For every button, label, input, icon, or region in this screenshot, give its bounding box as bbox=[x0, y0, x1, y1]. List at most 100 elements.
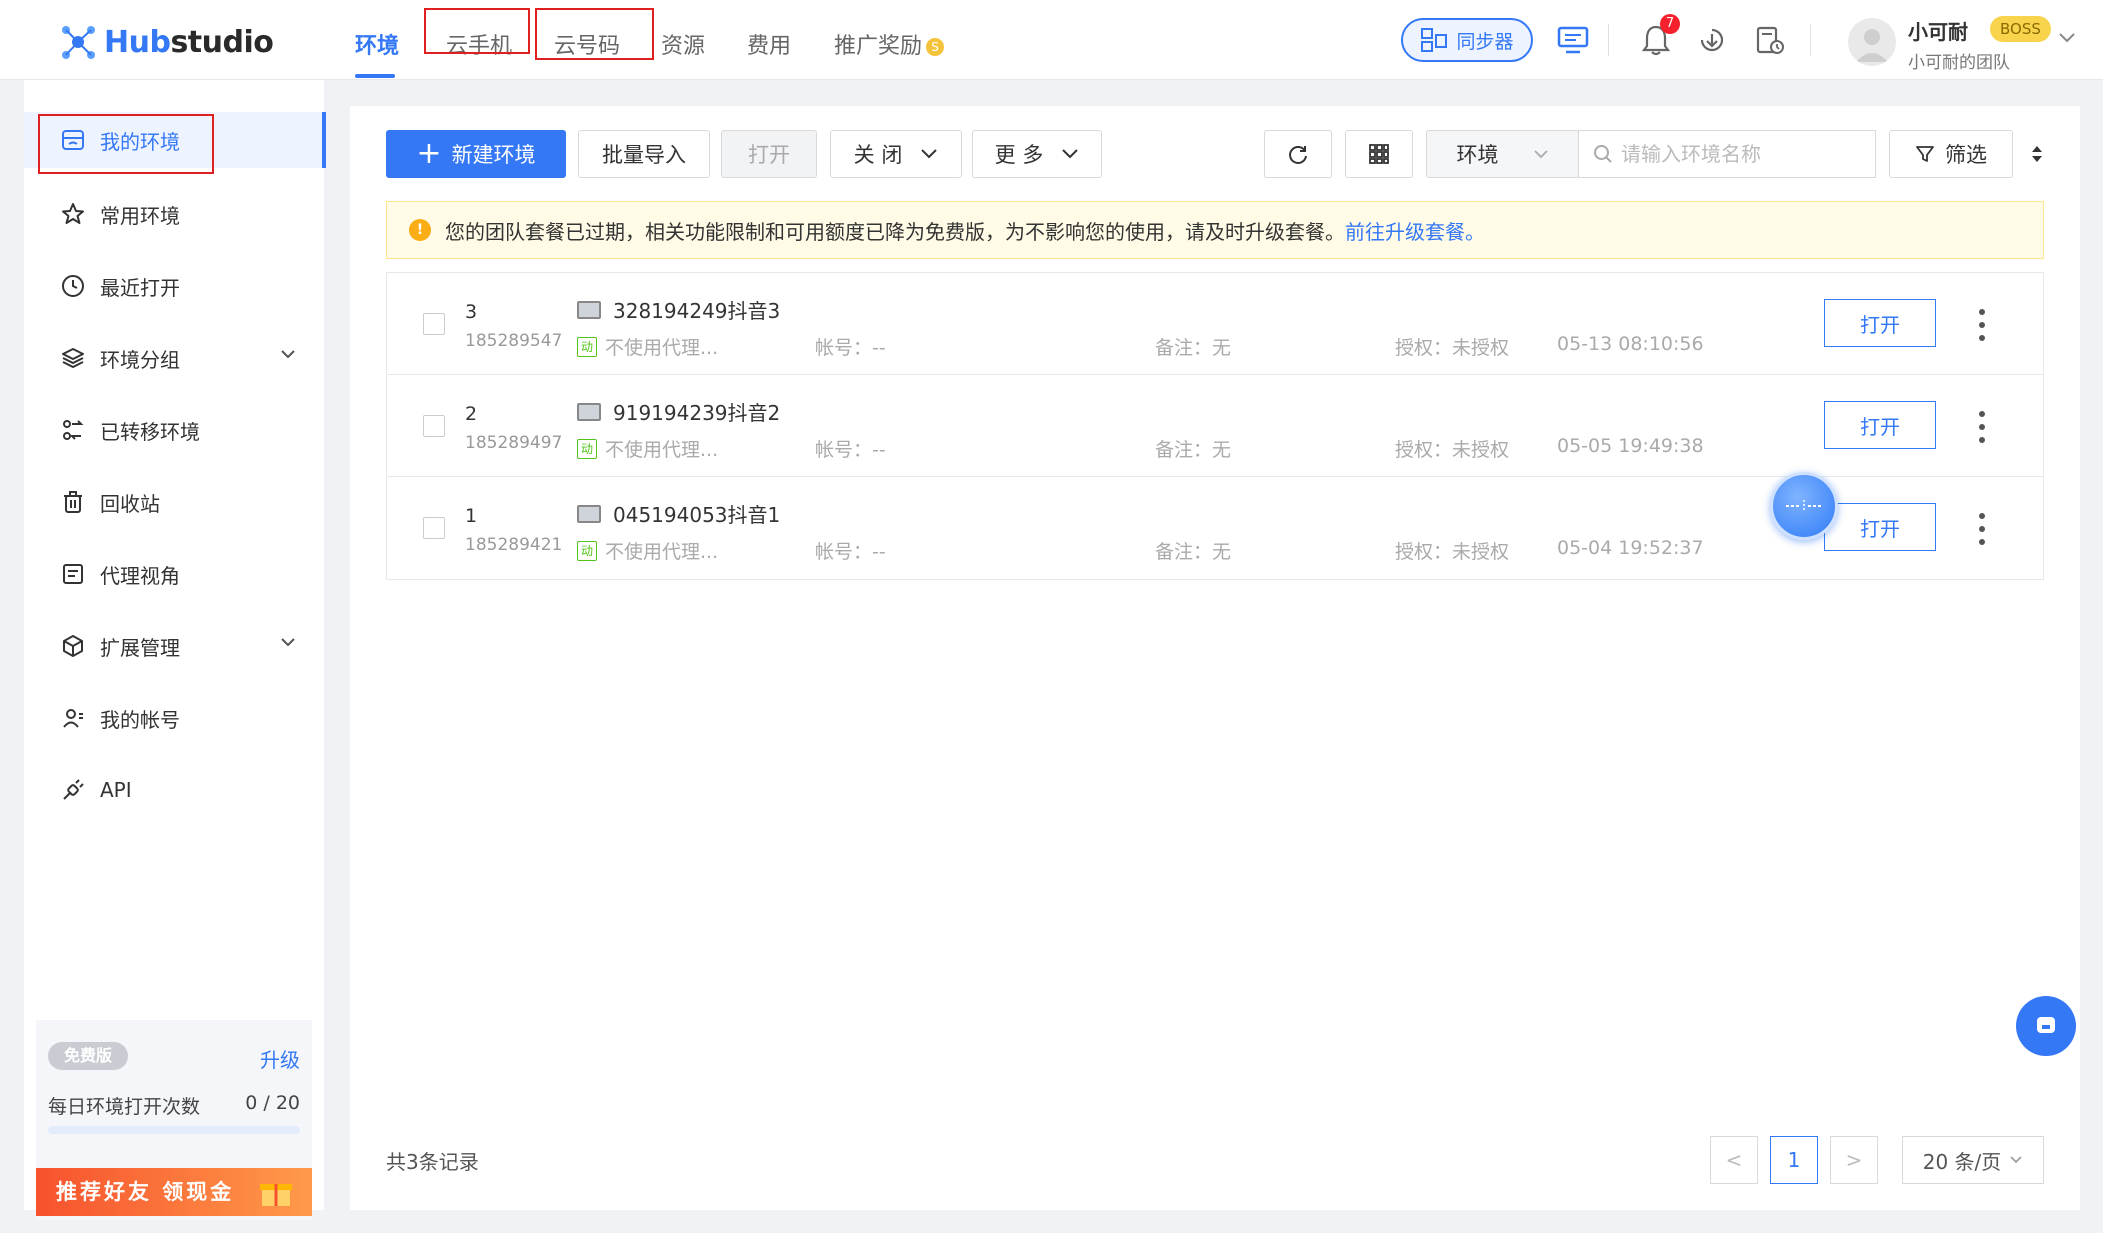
notification-badge: 7 bbox=[1660, 14, 1680, 34]
user-name[interactable]: 小可耐 bbox=[1908, 16, 1968, 45]
new-environment-button[interactable]: + 新建环境 bbox=[386, 130, 566, 178]
row-date: 05-04 19:52:37 bbox=[1557, 537, 1704, 559]
proxy-info: 动不使用代理... bbox=[577, 537, 718, 564]
sidebar-item-my-account[interactable]: 我的帐号 bbox=[24, 690, 324, 746]
table-row[interactable]: 3 185289547 328194249抖音3 动不使用代理... 帐号：--… bbox=[387, 273, 2043, 375]
nav-tab-resources[interactable]: 资源 bbox=[661, 28, 705, 60]
page-size-select[interactable]: 20 条/页 bbox=[1902, 1136, 2044, 1184]
customer-service-button[interactable] bbox=[2016, 996, 2076, 1056]
open-environment-button[interactable]: 打开 bbox=[1824, 299, 1936, 347]
close-label: 关 闭 bbox=[853, 143, 903, 167]
sidebar-item-extensions[interactable]: 扩展管理 bbox=[24, 618, 324, 674]
close-dropdown-button[interactable]: 关 闭 bbox=[830, 130, 962, 178]
environment-name[interactable]: 919194239抖音2 bbox=[577, 397, 780, 426]
sidebar-item-recent[interactable]: 最近打开 bbox=[24, 258, 324, 314]
star-icon bbox=[60, 201, 86, 227]
search-box[interactable] bbox=[1578, 130, 1876, 178]
sync-button[interactable]: 同步器 bbox=[1401, 18, 1533, 62]
row-checkbox[interactable] bbox=[423, 313, 445, 335]
new-environment-label: 新建环境 bbox=[451, 143, 536, 167]
avatar[interactable] bbox=[1848, 18, 1896, 66]
nav-active-indicator bbox=[355, 74, 395, 78]
chat-icon bbox=[2037, 1017, 2055, 1033]
sidebar-item-recycle-bin[interactable]: 回收站 bbox=[24, 474, 324, 530]
next-page-button[interactable]: > bbox=[1830, 1136, 1878, 1184]
open-environment-button[interactable]: 打开 bbox=[1824, 503, 1936, 551]
sidebar-item-transferred[interactable]: 已转移环境 bbox=[24, 402, 324, 458]
filter-button[interactable]: 筛选 bbox=[1889, 130, 2013, 178]
nav-tab-environment[interactable]: 环境 bbox=[355, 28, 399, 60]
filter-type-select[interactable]: 环境 bbox=[1426, 130, 1579, 178]
sidebar-item-proxy-view[interactable]: 代理视角 bbox=[24, 546, 324, 602]
note-info: 备注：无 bbox=[1155, 541, 1232, 563]
environment-name[interactable]: 045194053抖音1 bbox=[577, 499, 780, 528]
prev-page-button[interactable]: < bbox=[1710, 1136, 1758, 1184]
schedule-log-icon[interactable] bbox=[1750, 20, 1790, 60]
open-environment-button[interactable]: 打开 bbox=[1824, 401, 1936, 449]
sort-icon[interactable] bbox=[2030, 144, 2044, 164]
proxy-text: 不使用代理... bbox=[605, 337, 719, 359]
sidebar-item-groups[interactable]: 环境分组 bbox=[24, 330, 324, 386]
sync-icon bbox=[1421, 28, 1448, 52]
plus-icon: + bbox=[416, 136, 442, 171]
highlight-box-cloud-phone bbox=[424, 8, 530, 54]
sidebar-item-label: 最近打开 bbox=[100, 275, 180, 300]
brand-name: Hubstudio bbox=[104, 24, 274, 60]
proxy-view-icon bbox=[60, 561, 86, 587]
refresh-button[interactable] bbox=[1264, 130, 1332, 178]
sidebar-item-label: 已转移环境 bbox=[100, 419, 200, 444]
notification-bell-icon[interactable]: 7 bbox=[1636, 14, 1680, 60]
assistant-icon bbox=[1786, 500, 1822, 512]
search-input[interactable] bbox=[1621, 142, 1861, 166]
table-row[interactable]: 2 185289497 919194239抖音2 动不使用代理... 帐号：--… bbox=[387, 375, 2043, 477]
open-button[interactable]: 打开 bbox=[721, 130, 817, 178]
nav-tab-billing[interactable]: 费用 bbox=[747, 28, 791, 60]
page-number-button[interactable]: 1 bbox=[1770, 1136, 1818, 1184]
floating-assistant-ball[interactable] bbox=[1770, 472, 1838, 540]
upgrade-plan-link[interactable]: 前往升级套餐。 bbox=[1345, 216, 1485, 245]
sidebar-item-label: 代理视角 bbox=[100, 563, 180, 588]
grid-view-button[interactable] bbox=[1345, 130, 1413, 178]
plug-icon bbox=[60, 777, 86, 803]
sidebar: 我的环境 常用环境 最近打开 环境分组 已转移环境 回收站 代理视角 扩展管理 … bbox=[24, 80, 326, 1220]
dynamic-proxy-icon: 动 bbox=[577, 336, 597, 357]
auth-info: 授权：未授权 bbox=[1395, 337, 1510, 359]
row-checkbox[interactable] bbox=[423, 415, 445, 437]
chevron-down-icon[interactable] bbox=[280, 348, 296, 360]
sidebar-item-favorites[interactable]: 常用环境 bbox=[24, 186, 324, 242]
total-records: 共3条记录 bbox=[386, 1150, 479, 1174]
note-info: 备注：无 bbox=[1155, 337, 1232, 359]
chevron-down-icon bbox=[1062, 149, 1079, 159]
more-label: 更 多 bbox=[994, 143, 1044, 167]
chevron-down-icon[interactable] bbox=[2058, 32, 2076, 44]
more-vertical-icon[interactable] bbox=[1977, 411, 1987, 443]
page-size-label: 20 条/页 bbox=[1922, 1149, 2002, 1174]
nav-tab-promotion-label: 推广奖励 bbox=[834, 34, 923, 59]
highlight-box-my-environments bbox=[38, 114, 214, 174]
download-icon[interactable] bbox=[1692, 20, 1732, 60]
nav-tab-promotion-reward[interactable]: 推广奖励 S bbox=[834, 28, 945, 60]
sidebar-item-label: 扩展管理 bbox=[100, 635, 180, 660]
referral-banner[interactable]: 推荐好友 领现金 bbox=[36, 1168, 312, 1216]
more-vertical-icon[interactable] bbox=[1977, 513, 1987, 545]
proxy-text: 不使用代理... bbox=[605, 439, 719, 461]
sidebar-item-label: API bbox=[100, 778, 132, 802]
multi-screen-icon[interactable] bbox=[1553, 20, 1593, 60]
logo[interactable]: Hubstudio bbox=[58, 20, 274, 64]
chevron-down-icon[interactable] bbox=[280, 636, 296, 648]
highlight-box-cloud-number bbox=[535, 8, 654, 60]
search-icon bbox=[1594, 145, 1612, 163]
header-divider bbox=[1608, 24, 1609, 56]
environment-name[interactable]: 328194249抖音3 bbox=[577, 295, 780, 324]
batch-import-button[interactable]: 批量导入 bbox=[578, 130, 710, 178]
row-id: 185289497 bbox=[465, 433, 563, 453]
upgrade-link[interactable]: 升级 bbox=[260, 1044, 300, 1073]
auth-info: 授权：未授权 bbox=[1395, 541, 1510, 563]
sidebar-item-api[interactable]: API bbox=[24, 762, 324, 818]
team-name: 小可耐的团队 bbox=[1908, 53, 2010, 73]
row-checkbox[interactable] bbox=[423, 517, 445, 539]
sidebar-item-label: 我的帐号 bbox=[100, 707, 180, 732]
more-vertical-icon[interactable] bbox=[1977, 309, 1987, 341]
more-dropdown-button[interactable]: 更 多 bbox=[972, 130, 1102, 178]
filter-icon bbox=[1916, 146, 1934, 162]
